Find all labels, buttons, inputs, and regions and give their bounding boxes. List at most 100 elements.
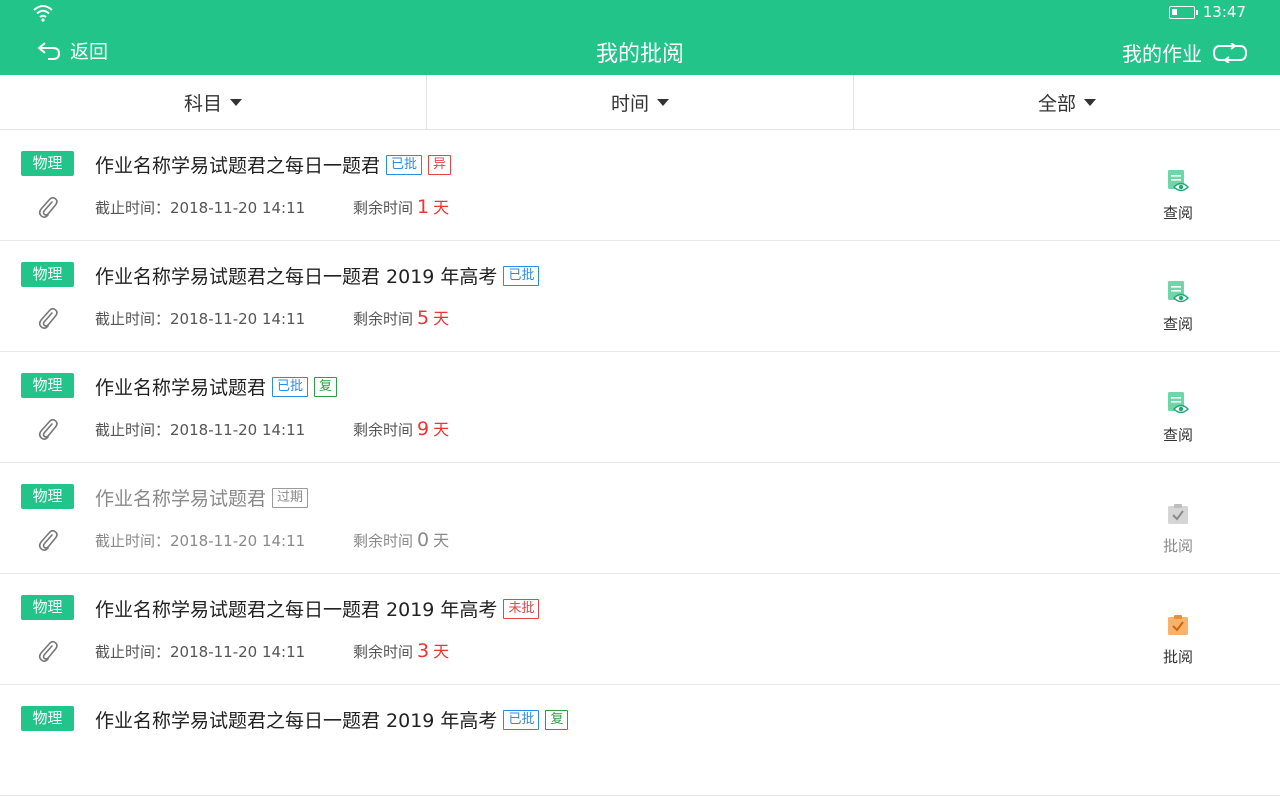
status-tag: 异 bbox=[428, 154, 452, 175]
subject-badge: 物理 bbox=[21, 595, 74, 620]
homework-row[interactable]: 物理 作业名称学易试题君之每日一题君 已批异 截止时间：2018-11-20 1… bbox=[0, 130, 1280, 241]
remaining-days: 3 bbox=[417, 640, 430, 662]
subject-badge: 物理 bbox=[21, 262, 74, 287]
homework-row[interactable]: 物理 作业名称学易试题君之每日一题君 2019 年高考 已批复 bbox=[0, 685, 1280, 796]
deadline-label: 截止时间： bbox=[95, 310, 171, 328]
homework-title-line: 作业名称学易试题君 已批复 bbox=[95, 373, 338, 400]
status-tag: 已批 bbox=[272, 376, 309, 397]
remaining-unit: 天 bbox=[433, 531, 450, 550]
row-action-label: 批阅 bbox=[1162, 648, 1193, 666]
battery-icon bbox=[1168, 5, 1198, 19]
homework-list: 物理 作业名称学易试题君之每日一题君 已批异 截止时间：2018-11-20 1… bbox=[0, 130, 1280, 796]
homework-meta: 截止时间：2018-11-20 14:11 剩余时间 9 天 bbox=[95, 416, 449, 440]
deadline-text: 截止时间：2018-11-20 14:11 bbox=[95, 641, 353, 662]
filter-subject-label: 科目 bbox=[183, 92, 222, 115]
remaining-label: 剩余时间 bbox=[353, 310, 414, 328]
row-action-label: 批阅 bbox=[1162, 537, 1193, 555]
deadline-text: 截止时间：2018-11-20 14:11 bbox=[95, 308, 353, 329]
subject-badge: 物理 bbox=[21, 706, 74, 731]
status-time: 13:47 bbox=[1202, 3, 1246, 21]
status-tag: 已批 bbox=[386, 154, 423, 175]
status-tag: 已批 bbox=[503, 265, 540, 286]
clipboard-check-orange-icon bbox=[1165, 612, 1191, 642]
status-tag: 复 bbox=[314, 376, 338, 397]
homework-name: 作业名称学易试题君之每日一题君 2019 年高考 bbox=[95, 266, 498, 288]
deadline-label: 截止时间： bbox=[95, 199, 171, 217]
deadline-text: 截止时间：2018-11-20 14:11 bbox=[95, 530, 353, 551]
filter-status[interactable]: 全部 bbox=[854, 75, 1280, 129]
homework-name: 作业名称学易试题君之每日一题君 bbox=[95, 155, 381, 177]
subject-badge: 物理 bbox=[21, 151, 74, 176]
homework-name: 作业名称学易试题君 bbox=[95, 488, 267, 510]
row-action-button[interactable]: 查阅 bbox=[1148, 168, 1208, 223]
status-bar-right: 13:47 bbox=[1168, 3, 1246, 21]
row-action-button[interactable]: 批阅 bbox=[1148, 612, 1208, 667]
caret-down-icon bbox=[230, 98, 242, 106]
filter-time[interactable]: 时间 bbox=[427, 75, 854, 129]
remaining-label: 剩余时间 bbox=[353, 532, 414, 550]
remaining-unit: 天 bbox=[433, 420, 450, 439]
remaining-unit: 天 bbox=[433, 309, 450, 328]
row-action-label: 查阅 bbox=[1162, 426, 1193, 444]
status-tag: 过期 bbox=[272, 487, 309, 508]
deadline-text: 截止时间：2018-11-20 14:11 bbox=[95, 197, 353, 218]
doc-eye-icon bbox=[1165, 168, 1191, 198]
remaining-days: 0 bbox=[417, 529, 430, 551]
paperclip-icon[interactable] bbox=[36, 194, 60, 220]
homework-row[interactable]: 物理 作业名称学易试题君之每日一题君 2019 年高考 已批 截止时间：2018… bbox=[0, 241, 1280, 352]
remaining-days: 9 bbox=[417, 418, 430, 440]
clipboard-check-gray-icon bbox=[1165, 501, 1191, 531]
filter-status-label: 全部 bbox=[1037, 92, 1076, 115]
deadline-value: 2018-11-20 14:11 bbox=[170, 643, 306, 661]
row-action-button[interactable]: 查阅 bbox=[1148, 390, 1208, 445]
homework-title-line: 作业名称学易试题君之每日一题君 2019 年高考 已批 bbox=[95, 262, 540, 289]
caret-down-icon bbox=[657, 98, 669, 106]
page-title: 我的批阅 bbox=[595, 42, 684, 67]
paperclip-icon[interactable] bbox=[36, 416, 60, 442]
my-homework-button[interactable]: 我的作业 bbox=[1122, 38, 1248, 67]
subject-badge: 物理 bbox=[21, 484, 74, 509]
homework-meta: 截止时间：2018-11-20 14:11 剩余时间 1 天 bbox=[95, 194, 449, 218]
homework-row[interactable]: 物理 作业名称学易试题君 过期 截止时间：2018-11-20 14:11 剩余… bbox=[0, 463, 1280, 574]
switch-icon bbox=[1212, 42, 1248, 63]
remaining-label: 剩余时间 bbox=[353, 643, 414, 661]
remaining-days: 5 bbox=[417, 307, 430, 329]
deadline-label: 截止时间： bbox=[95, 421, 171, 439]
deadline-value: 2018-11-20 14:11 bbox=[170, 532, 306, 550]
doc-eye-icon bbox=[1165, 390, 1191, 420]
deadline-value: 2018-11-20 14:11 bbox=[170, 199, 306, 217]
deadline-text: 截止时间：2018-11-20 14:11 bbox=[95, 419, 353, 440]
homework-row[interactable]: 物理 作业名称学易试题君 已批复 截止时间：2018-11-20 14:11 剩… bbox=[0, 352, 1280, 463]
filter-bar: 科目 时间 全部 bbox=[0, 75, 1280, 130]
deadline-value: 2018-11-20 14:11 bbox=[170, 310, 306, 328]
homework-title-line: 作业名称学易试题君 过期 bbox=[95, 484, 309, 511]
deadline-value: 2018-11-20 14:11 bbox=[170, 421, 306, 439]
paperclip-icon[interactable] bbox=[36, 527, 60, 553]
homework-name: 作业名称学易试题君 bbox=[95, 377, 267, 399]
homework-title-line: 作业名称学易试题君之每日一题君 2019 年高考 未批 bbox=[95, 595, 540, 622]
remaining-label: 剩余时间 bbox=[353, 199, 414, 217]
homework-meta: 截止时间：2018-11-20 14:11 剩余时间 3 天 bbox=[95, 638, 449, 662]
homework-row[interactable]: 物理 作业名称学易试题君之每日一题君 2019 年高考 未批 截止时间：2018… bbox=[0, 574, 1280, 685]
homework-name: 作业名称学易试题君之每日一题君 2019 年高考 bbox=[95, 599, 498, 621]
homework-meta: 截止时间：2018-11-20 14:11 剩余时间 0 天 bbox=[95, 527, 449, 551]
row-action-button[interactable]: 批阅 bbox=[1148, 501, 1208, 556]
row-action-button[interactable]: 查阅 bbox=[1148, 279, 1208, 334]
caret-down-icon bbox=[1084, 98, 1096, 106]
wifi-icon bbox=[33, 5, 53, 22]
row-action-label: 查阅 bbox=[1162, 315, 1193, 333]
remaining-unit: 天 bbox=[433, 642, 450, 661]
deadline-label: 截止时间： bbox=[95, 643, 171, 661]
my-homework-label: 我的作业 bbox=[1122, 42, 1202, 66]
filter-subject[interactable]: 科目 bbox=[0, 75, 427, 129]
filter-time-label: 时间 bbox=[610, 92, 649, 115]
paperclip-icon[interactable] bbox=[36, 305, 60, 331]
homework-title-line: 作业名称学易试题君之每日一题君 已批异 bbox=[95, 151, 452, 178]
doc-eye-icon bbox=[1165, 279, 1191, 309]
homework-meta: 截止时间：2018-11-20 14:11 剩余时间 5 天 bbox=[95, 305, 449, 329]
remaining-days: 1 bbox=[417, 196, 430, 218]
paperclip-icon[interactable] bbox=[36, 638, 60, 664]
row-action-label: 查阅 bbox=[1162, 204, 1193, 222]
deadline-label: 截止时间： bbox=[95, 532, 171, 550]
remaining-unit: 天 bbox=[433, 198, 450, 217]
